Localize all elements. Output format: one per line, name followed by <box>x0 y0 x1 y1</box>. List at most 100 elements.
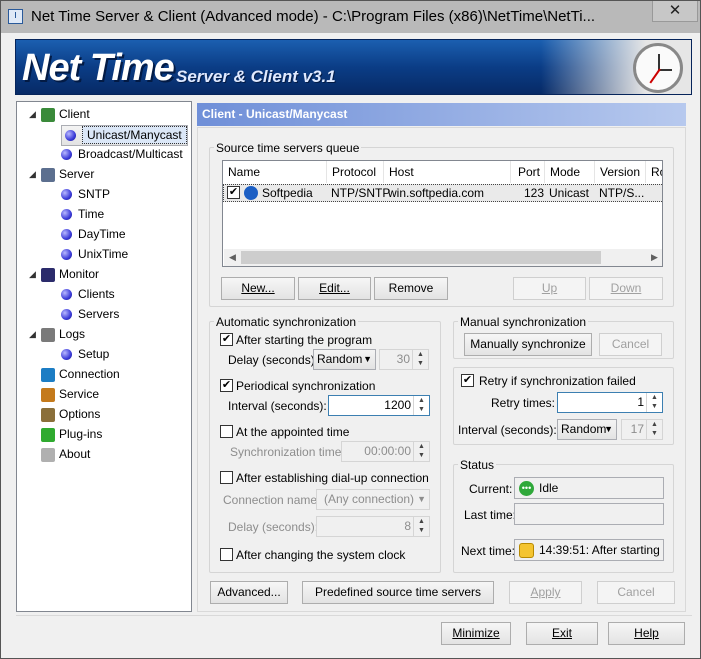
tree-item-unicast-manycast[interactable]: Unicast/Manycast <box>61 125 188 146</box>
tree-item-label: Broadcast/Multicast <box>78 147 183 161</box>
service-icon <box>41 387 55 402</box>
row-checkbox[interactable]: ✔ <box>227 186 240 199</box>
retry-interval-value: 17 <box>630 422 644 436</box>
retry-label[interactable]: Retry if synchronization failed <box>477 374 638 388</box>
cancel-button[interactable]: Cancel <box>597 581 675 604</box>
title-bar[interactable]: Net Time Server & Client (Advanced mode)… <box>1 1 700 33</box>
sync-time-input[interactable]: 00:00:00 ▲ ▼ <box>341 441 430 462</box>
tree-item-setup[interactable]: Setup <box>61 345 109 363</box>
tree-item-server[interactable]: Server <box>41 165 94 183</box>
spinner-icon[interactable]: ▲ ▼ <box>413 396 429 415</box>
tree-item-connection[interactable]: Connection <box>41 365 120 383</box>
tree-item-service[interactable]: Service <box>41 385 99 403</box>
down-button[interactable]: Down <box>589 277 663 300</box>
tree-item-about[interactable]: About <box>41 445 90 463</box>
collapse-icon[interactable]: ◢ <box>29 170 38 179</box>
retry-times-input[interactable]: 1 ▲ ▼ <box>557 392 663 413</box>
bullet-icon <box>65 130 76 142</box>
wrench-icon <box>41 407 55 422</box>
collapse-icon[interactable]: ◢ <box>29 110 38 119</box>
interval-seconds-input[interactable]: 1200 ▲ ▼ <box>328 395 430 416</box>
dialup-checkbox[interactable] <box>220 471 233 484</box>
delay-mode-select[interactable]: Random ▼ <box>313 349 376 370</box>
table-row[interactable]: ✔ Softpedia NTP/SNTP win.softpedia.com 1… <box>223 184 662 202</box>
col-protocol[interactable]: Protocol <box>327 161 384 183</box>
col-port[interactable]: Port <box>511 161 545 183</box>
tree-item-broadcast-multicast[interactable]: Broadcast/Multicast <box>61 145 183 163</box>
appointed-label[interactable]: At the appointed time <box>236 425 349 439</box>
retry-checkbox[interactable]: ✔ <box>461 374 474 387</box>
remove-button[interactable]: Remove <box>374 277 448 300</box>
help-button[interactable]: Help <box>608 622 685 645</box>
after-start-label[interactable]: After starting the program <box>236 333 372 347</box>
edit-button[interactable]: Edit... <box>298 277 371 300</box>
dialup-label[interactable]: After establishing dial-up connection <box>236 471 429 485</box>
apply-button[interactable]: Apply <box>509 581 582 604</box>
tree-item-monitor[interactable]: Monitor <box>41 265 99 283</box>
col-version[interactable]: Version <box>595 161 646 183</box>
manual-cancel-button[interactable]: Cancel <box>599 333 662 356</box>
minimize-button[interactable]: Minimize <box>441 622 511 645</box>
bullet-icon <box>61 249 72 261</box>
col-mode[interactable]: Mode <box>545 161 595 183</box>
tree-item-plug-ins[interactable]: Plug-ins <box>41 425 102 443</box>
manually-synchronize-button[interactable]: Manually synchronize <box>464 333 592 356</box>
tree-item-unixtime[interactable]: UnixTime <box>61 245 128 263</box>
scroll-thumb[interactable] <box>241 251 601 264</box>
row-protocol: NTP/SNTP <box>331 186 391 200</box>
exit-button[interactable]: Exit <box>526 622 598 645</box>
collapse-icon[interactable]: ◢ <box>29 270 38 279</box>
tree-item-daytime[interactable]: DayTime <box>61 225 126 243</box>
delay-seconds-input[interactable]: 30 ▲ ▼ <box>379 349 429 370</box>
collapse-icon[interactable]: ◢ <box>29 330 38 339</box>
tree-item-servers[interactable]: Servers <box>61 305 119 323</box>
spinner-icon[interactable]: ▲ ▼ <box>412 350 428 369</box>
col-ro[interactable]: Ro <box>646 161 662 183</box>
up-button-label: Up <box>541 281 558 295</box>
manually-synchronize-label: Manually synchronize <box>470 337 586 351</box>
appointed-checkbox[interactable] <box>220 425 233 438</box>
down-button-label: Down <box>610 281 642 295</box>
col-host[interactable]: Host <box>384 161 511 183</box>
new-button[interactable]: New... <box>221 277 295 300</box>
tree-item-sntp[interactable]: SNTP <box>61 185 110 203</box>
spinner-icon[interactable]: ▲ ▼ <box>413 442 429 461</box>
tree-item-options[interactable]: Options <box>41 405 100 423</box>
spinner-icon[interactable]: ▲ ▼ <box>413 517 429 536</box>
tree-item-logs[interactable]: Logs <box>41 325 85 343</box>
auto-sync-label: Automatic synchronization <box>214 315 359 329</box>
tree-item-label: Monitor <box>59 267 100 281</box>
close-button[interactable]: ✕ <box>652 1 698 22</box>
tree-item-clients[interactable]: Clients <box>61 285 115 303</box>
periodical-checkbox[interactable]: ✔ <box>220 379 233 392</box>
bullet-icon <box>61 149 72 161</box>
horizontal-scrollbar[interactable]: ◀ ▶ <box>224 249 662 266</box>
tree-item-client[interactable]: Client <box>41 105 90 123</box>
spinner-icon[interactable]: ▲ ▼ <box>646 393 662 412</box>
retry-times-value: 1 <box>637 395 644 409</box>
tree-item-label: Connection <box>59 367 120 381</box>
tree-item-time[interactable]: Time <box>61 205 104 223</box>
server-list[interactable]: Name Protocol Host Port Mode Version Ro … <box>222 160 663 267</box>
scroll-left-icon[interactable]: ◀ <box>224 249 241 266</box>
col-name[interactable]: Name <box>223 161 327 183</box>
up-button[interactable]: Up <box>513 277 586 300</box>
clock-change-label[interactable]: After changing the system clock <box>236 548 405 562</box>
clock-change-checkbox[interactable] <box>220 548 233 561</box>
spinner-icon[interactable]: ▲ ▼ <box>646 420 662 439</box>
clock-icon <box>633 43 683 93</box>
help-label: Help <box>634 626 659 640</box>
conn-name-select[interactable]: (Any connection) ▼ <box>316 489 430 510</box>
scroll-right-icon[interactable]: ▶ <box>646 249 662 266</box>
retry-interval-input[interactable]: 17 ▲ ▼ <box>621 419 663 440</box>
after-start-checkbox[interactable]: ✔ <box>220 333 233 346</box>
tree-item-label: Service <box>59 387 100 401</box>
dialup-delay-input[interactable]: 8 ▲ ▼ <box>316 516 430 537</box>
advanced-button[interactable]: Advanced... <box>210 581 288 604</box>
retry-interval-label: Interval (seconds): <box>458 423 557 437</box>
tree-item-label: About <box>59 447 91 461</box>
predefined-servers-button[interactable]: Predefined source time servers <box>302 581 494 604</box>
periodical-label[interactable]: Periodical synchronization <box>236 379 375 393</box>
minimize-label: Minimize <box>452 626 500 640</box>
retry-interval-mode-select[interactable]: Random ▼ <box>557 419 617 440</box>
